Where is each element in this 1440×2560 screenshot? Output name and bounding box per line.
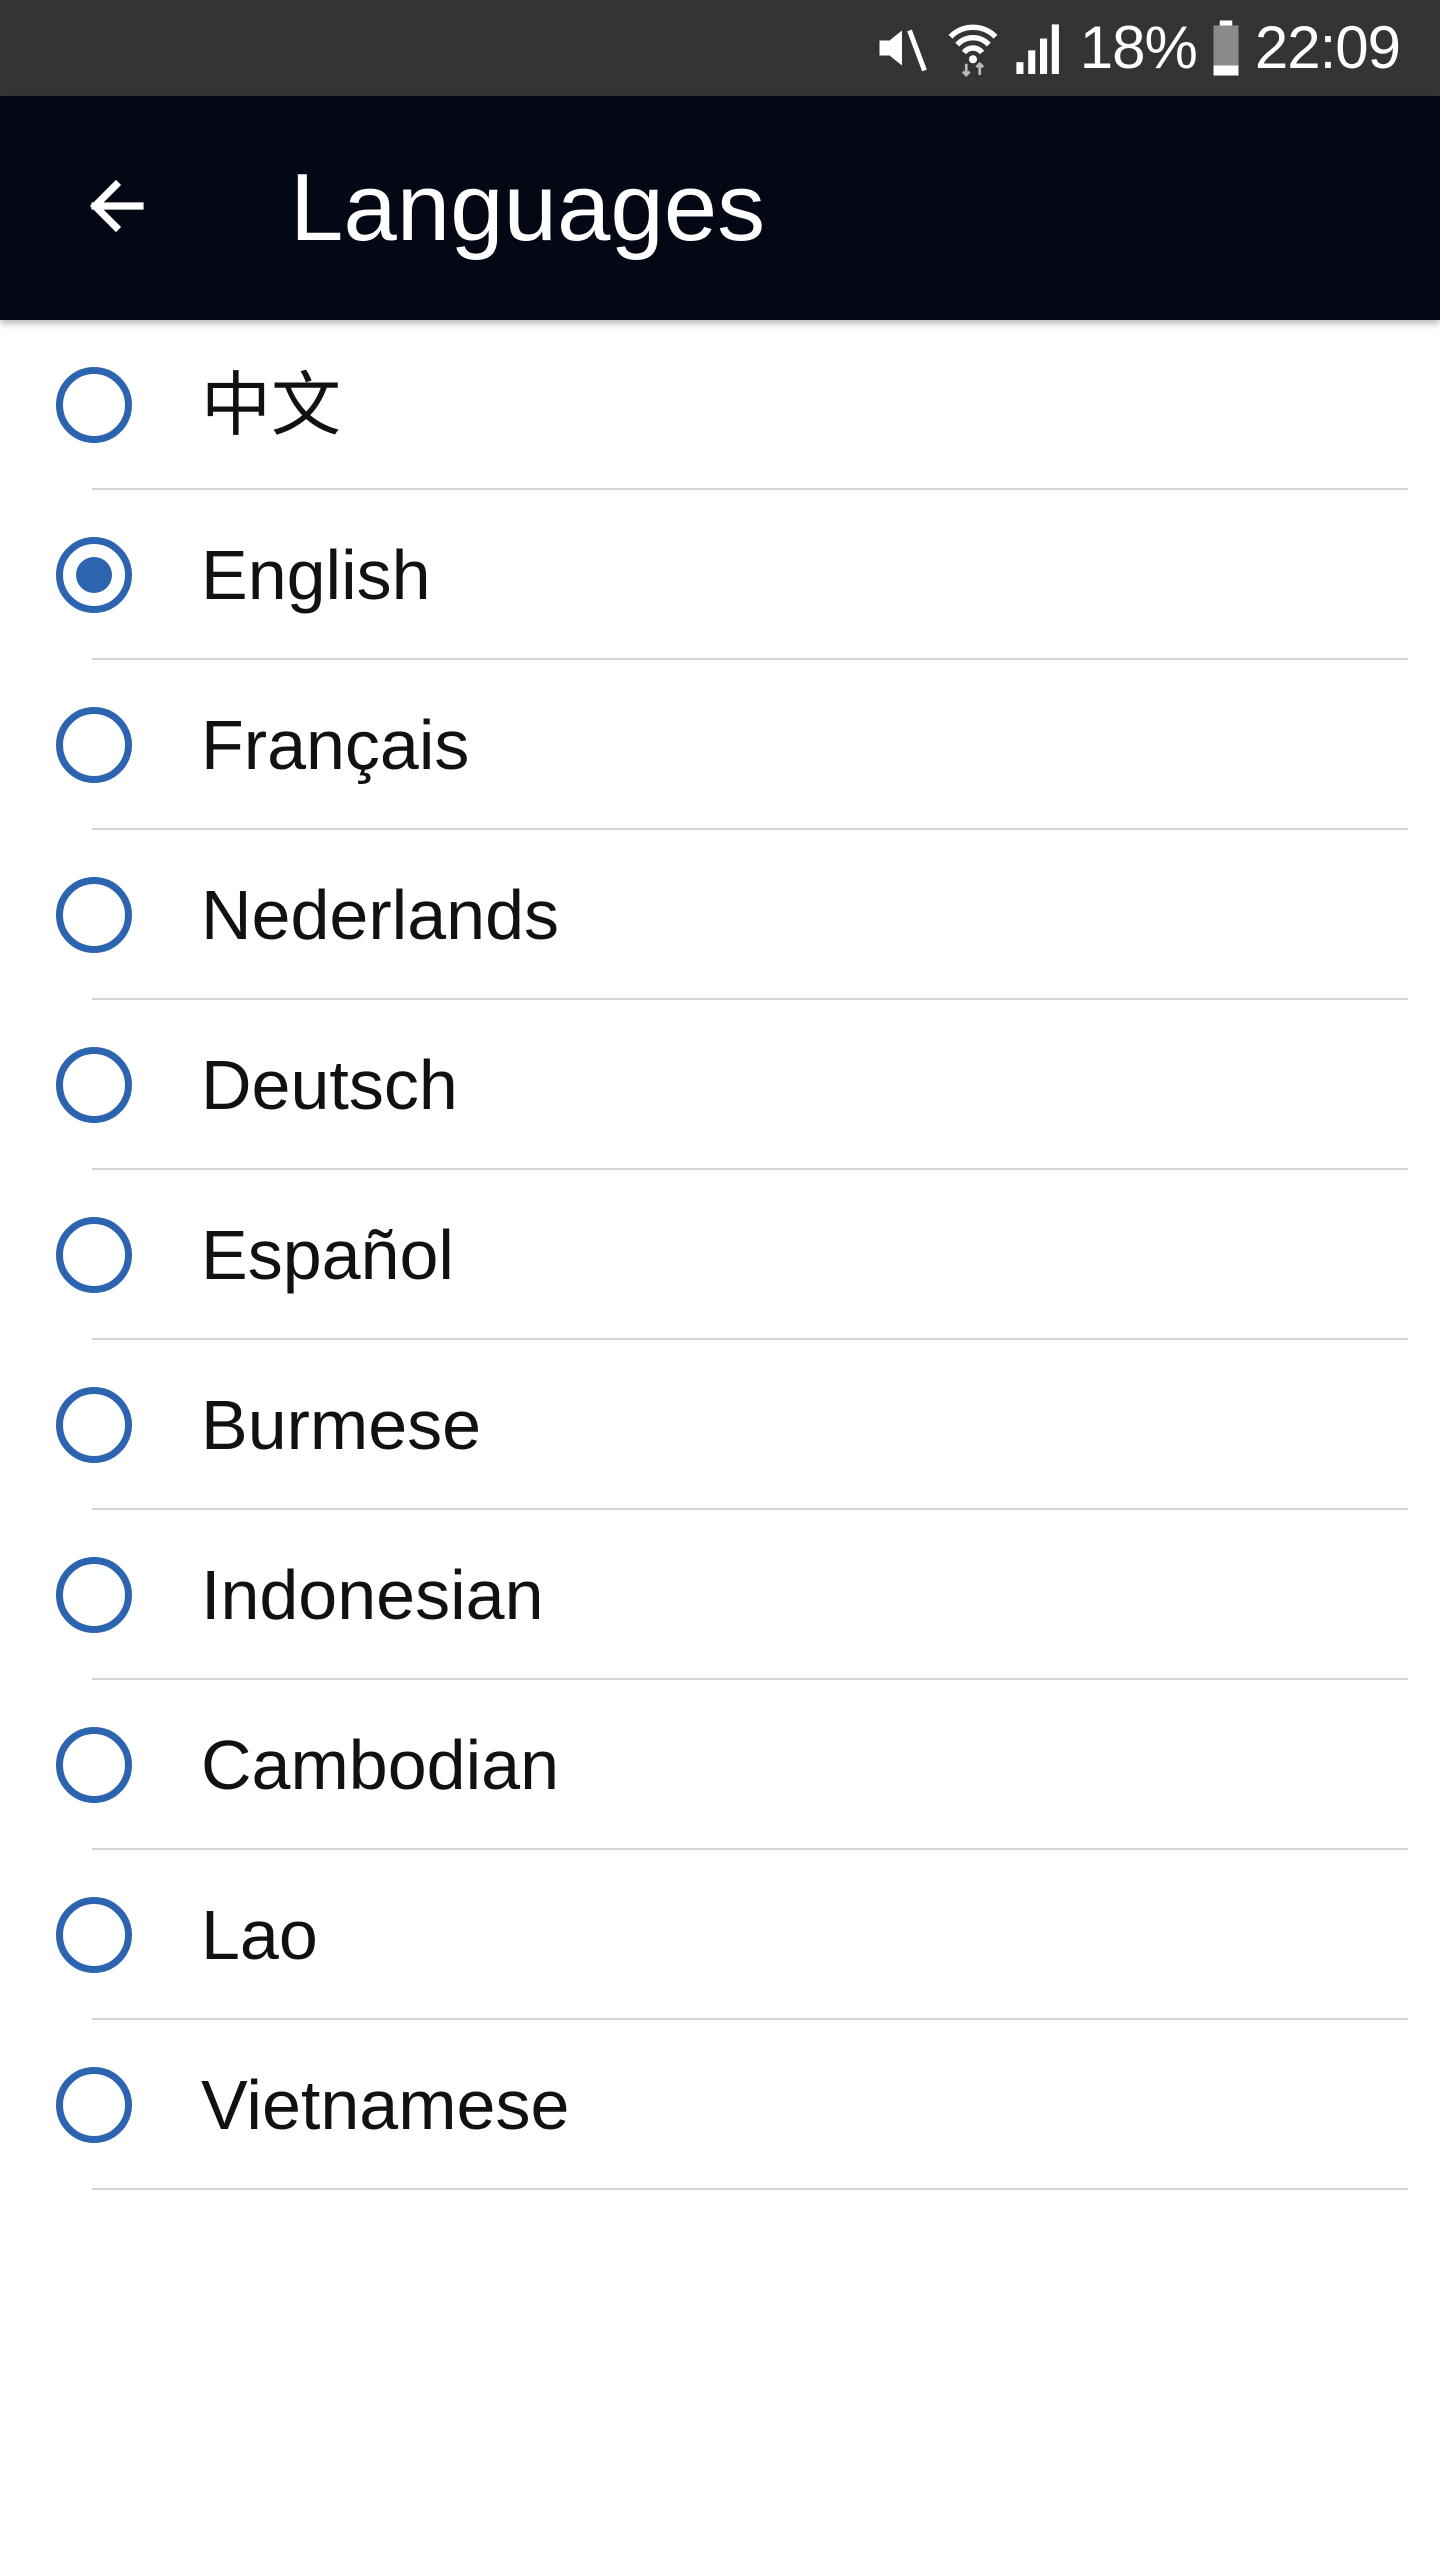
radio-button[interactable] — [56, 1897, 132, 1973]
radio-button[interactable] — [56, 2067, 132, 2143]
status-bar: 18% 22:09 — [0, 0, 1440, 96]
page-title: Languages — [290, 154, 766, 261]
language-option-burmese[interactable]: Burmese — [0, 1340, 1440, 1510]
battery-icon — [1211, 18, 1241, 78]
language-label: Nederlands — [201, 876, 559, 954]
language-option-english[interactable]: English — [0, 490, 1440, 660]
language-label: Vietnamese — [201, 2066, 570, 2144]
languages-screen: 18% 22:09 Languages 中文 English Français … — [0, 0, 1440, 2560]
language-option-spanish[interactable]: Español — [0, 1170, 1440, 1340]
wifi-icon — [946, 18, 1000, 78]
radio-button[interactable] — [56, 1047, 132, 1123]
language-label: Cambodian — [201, 1726, 559, 1804]
radio-button[interactable] — [56, 1557, 132, 1633]
radio-button[interactable] — [56, 367, 132, 443]
language-label: Burmese — [201, 1386, 482, 1464]
language-option-vietnamese[interactable]: Vietnamese — [0, 2020, 1440, 2190]
language-option-dutch[interactable]: Nederlands — [0, 830, 1440, 1000]
language-label: Deutsch — [201, 1046, 458, 1124]
radio-button[interactable] — [56, 1727, 132, 1803]
language-label: Français — [201, 706, 470, 784]
arrow-left-icon — [80, 170, 152, 247]
language-label: Lao — [201, 1896, 318, 1974]
radio-button[interactable] — [56, 1387, 132, 1463]
divider — [92, 2188, 1408, 2190]
language-label: English — [201, 536, 431, 614]
language-label: 中文 — [201, 366, 341, 444]
back-button[interactable] — [56, 148, 176, 268]
signal-icon — [1014, 18, 1066, 78]
language-option-indonesian[interactable]: Indonesian — [0, 1510, 1440, 1680]
language-option-cambodian[interactable]: Cambodian — [0, 1680, 1440, 1850]
language-label: Indonesian — [201, 1556, 544, 1634]
mute-icon — [872, 18, 932, 78]
radio-button-selected[interactable] — [56, 537, 132, 613]
battery-percent: 18% — [1079, 14, 1198, 81]
language-option-german[interactable]: Deutsch — [0, 1000, 1440, 1170]
radio-button[interactable] — [56, 1217, 132, 1293]
language-option-french[interactable]: Français — [0, 660, 1440, 830]
clock: 22:09 — [1254, 14, 1401, 81]
language-option-chinese[interactable]: 中文 — [0, 320, 1440, 490]
radio-button[interactable] — [56, 707, 132, 783]
language-label: Español — [201, 1216, 454, 1294]
radio-button[interactable] — [56, 877, 132, 953]
status-icons: 18% 22:09 — [872, 0, 1401, 96]
language-list: 中文 English Français Nederlands Deutsch E… — [0, 320, 1440, 2190]
app-bar: Languages — [0, 96, 1440, 320]
language-option-lao[interactable]: Lao — [0, 1850, 1440, 2020]
